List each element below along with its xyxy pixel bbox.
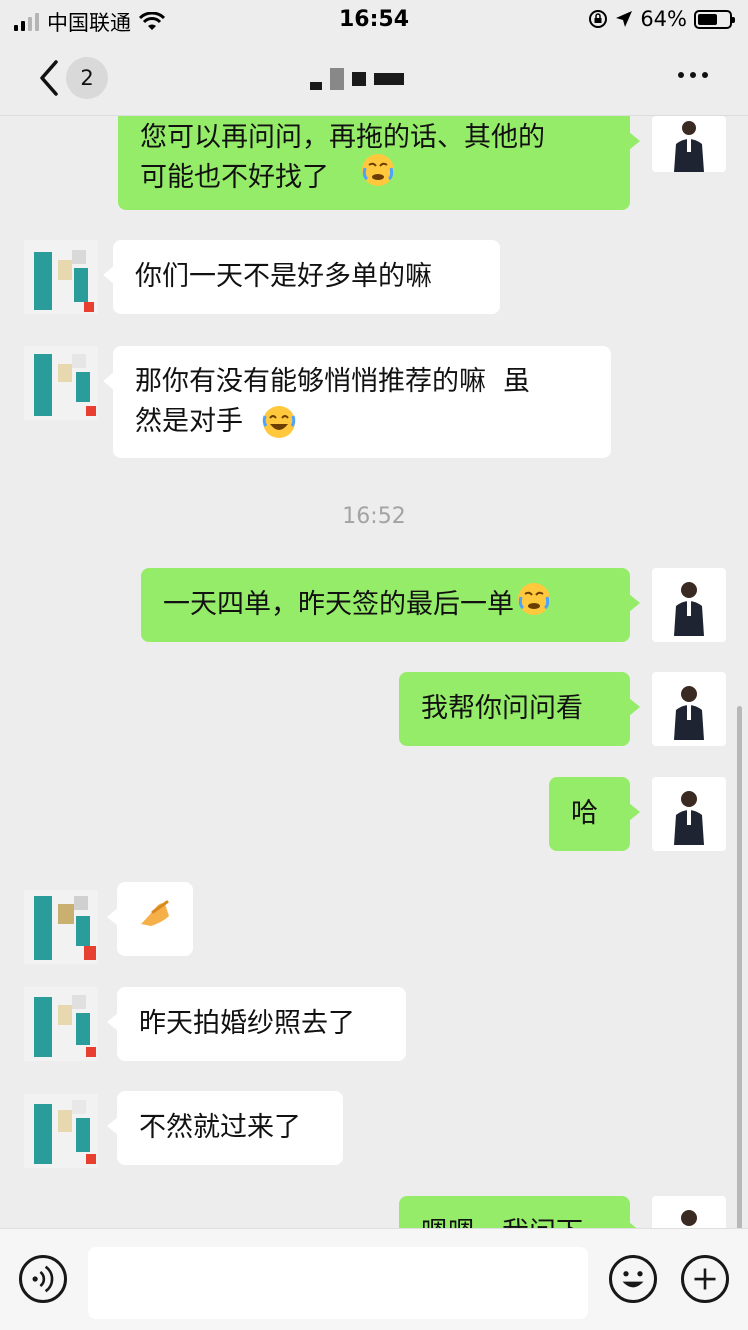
more-dots-icon[interactable] xyxy=(678,72,708,78)
message-text: 您可以再问问，再拖的话、其他的 可能也不好找了 xyxy=(140,122,545,193)
plus-icon[interactable] xyxy=(681,1255,729,1303)
input-bar xyxy=(0,1228,748,1330)
self-avatar[interactable] xyxy=(652,672,726,746)
incoming-message[interactable]: 你们一天不是好多单的嘛 xyxy=(103,240,500,314)
face-with-tears-icon xyxy=(516,581,552,629)
laughing-tears-icon xyxy=(261,404,297,452)
location-arrow-icon xyxy=(616,11,633,27)
battery-icon xyxy=(694,9,735,29)
self-avatar[interactable] xyxy=(652,1196,726,1228)
status-right: 64% xyxy=(588,7,735,31)
scrollbar[interactable] xyxy=(737,706,742,1228)
self-avatar[interactable] xyxy=(652,568,726,642)
message-text: 不然就过来了 xyxy=(139,1112,301,1143)
message-input[interactable] xyxy=(88,1247,588,1319)
outgoing-message[interactable]: 哈 xyxy=(549,777,640,851)
contact-avatar[interactable] xyxy=(24,987,98,1061)
message-text: 昨天拍婚纱照去了 xyxy=(139,1008,355,1039)
incoming-message[interactable] xyxy=(107,882,193,956)
face-with-tears-icon xyxy=(360,152,396,200)
outgoing-message[interactable]: 我帮你问问看 xyxy=(399,672,640,746)
self-avatar[interactable] xyxy=(652,777,726,851)
message-text: 我帮你问问看 xyxy=(421,693,583,724)
contact-name-redacted xyxy=(310,66,404,92)
back-chevron-icon[interactable] xyxy=(34,58,64,98)
contact-avatar[interactable] xyxy=(24,1094,98,1168)
incoming-message[interactable]: 不然就过来了 xyxy=(107,1091,343,1165)
message-timestamp: 16:52 xyxy=(342,504,406,529)
emoji-icon[interactable] xyxy=(609,1255,657,1303)
pinched-fingers-icon xyxy=(139,896,173,942)
orientation-lock-icon xyxy=(589,10,608,28)
message-text: 嗯嗯，我问下 xyxy=(421,1213,583,1228)
status-bar: 中国联通 16:54 64% xyxy=(0,0,748,40)
chat-header: 2 xyxy=(0,40,748,116)
voice-icon[interactable] xyxy=(19,1255,67,1303)
unread-count-badge[interactable]: 2 xyxy=(66,57,108,99)
message-text: 哈 xyxy=(571,798,598,829)
self-avatar[interactable] xyxy=(652,116,726,172)
message-text: 那你有没有能够悄悄推荐的嘛 虽 然是对手 xyxy=(135,366,531,437)
contact-avatar[interactable] xyxy=(24,346,98,420)
incoming-message[interactable]: 昨天拍婚纱照去了 xyxy=(107,987,406,1061)
message-list[interactable]: 您可以再问问，再拖的话、其他的 可能也不好找了 你们一天不是好多单的嘛 那你有没… xyxy=(0,116,748,1228)
contact-avatar[interactable] xyxy=(24,240,98,314)
incoming-message[interactable]: 那你有没有能够悄悄推荐的嘛 虽 然是对手 xyxy=(103,346,611,458)
outgoing-message[interactable]: 一天四单，昨天签的最后一单 xyxy=(141,568,640,642)
outgoing-message[interactable]: 嗯嗯，我问下 xyxy=(399,1196,640,1228)
message-text: 一天四单，昨天签的最后一单 xyxy=(163,589,514,620)
outgoing-message[interactable]: 您可以再问问，再拖的话、其他的 可能也不好找了 xyxy=(118,116,640,210)
message-text: 你们一天不是好多单的嘛 xyxy=(135,261,432,292)
contact-avatar[interactable] xyxy=(24,890,98,964)
battery-percent: 64% xyxy=(640,7,687,31)
